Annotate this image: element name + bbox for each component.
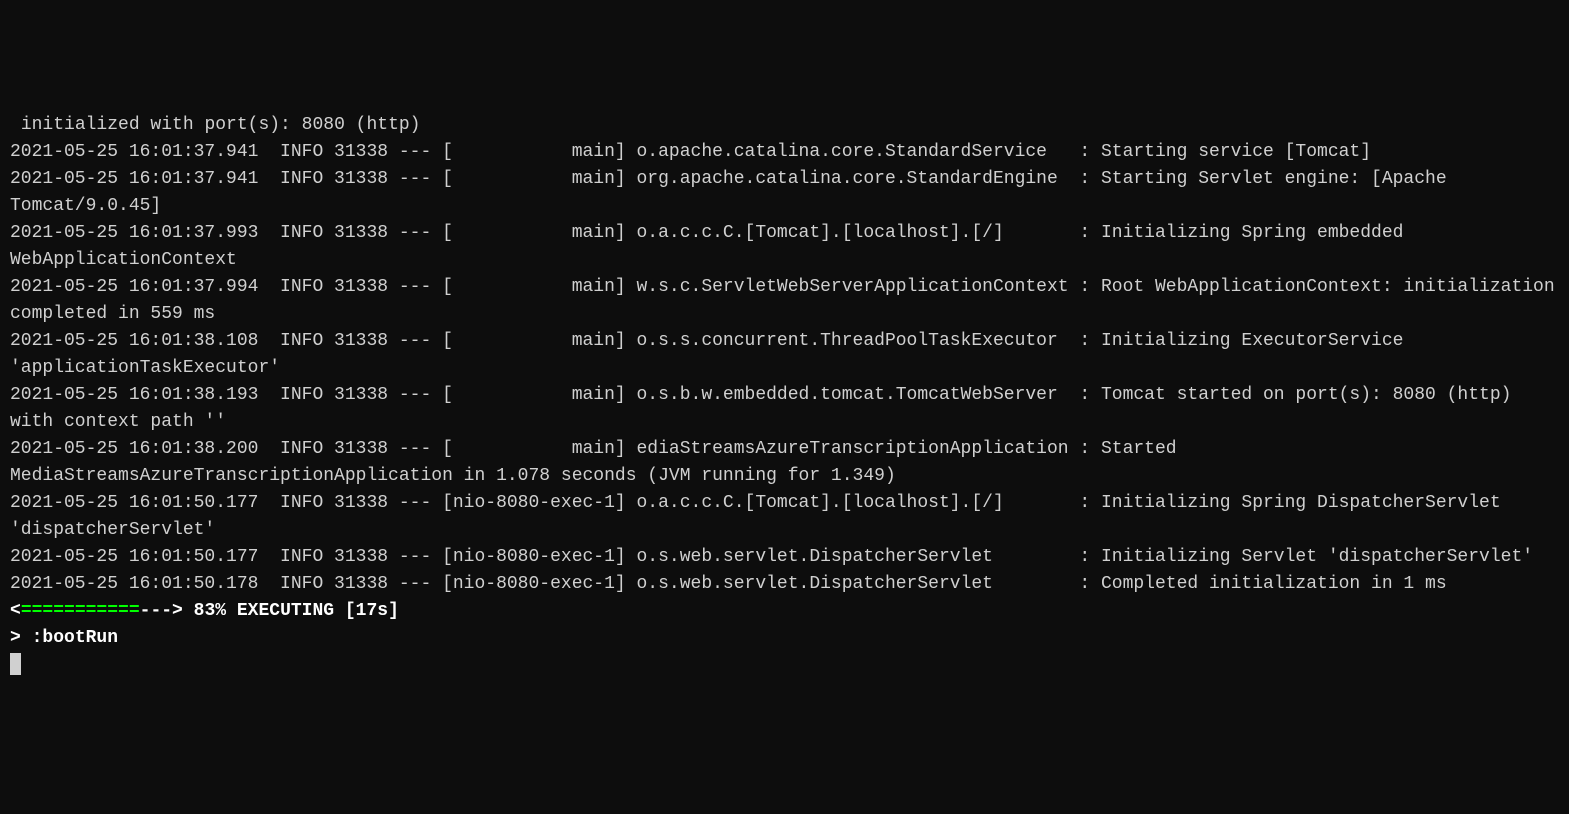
log-line: 2021-05-25 16:01:50.178 INFO 31338 --- [… xyxy=(10,574,1447,594)
task-name: :bootRun xyxy=(32,628,118,648)
bar-bracket-open: < xyxy=(10,601,21,621)
task-prompt: > xyxy=(10,628,32,648)
log-line: 2021-05-25 16:01:50.177 INFO 31338 --- [… xyxy=(10,547,1533,567)
log-line: 2021-05-25 16:01:38.200 INFO 31338 --- [… xyxy=(10,439,1187,486)
terminal-cursor xyxy=(10,653,21,675)
gradle-task-line: > :bootRun xyxy=(10,628,118,648)
log-line: 2021-05-25 16:01:37.994 INFO 31338 --- [… xyxy=(10,277,1565,324)
progress-bar: <===========---> 83% EXECUTING [17s] xyxy=(10,601,399,621)
progress-remaining: ---> xyxy=(140,601,194,621)
log-line: 2021-05-25 16:01:37.941 INFO 31338 --- [… xyxy=(10,142,1371,162)
log-line: 2021-05-25 16:01:37.941 INFO 31338 --- [… xyxy=(10,169,1457,216)
log-line: 2021-05-25 16:01:50.177 INFO 31338 --- [… xyxy=(10,493,1511,540)
log-line: 2021-05-25 16:01:37.993 INFO 31338 --- [… xyxy=(10,223,1414,270)
log-line: 2021-05-25 16:01:38.193 INFO 31338 --- [… xyxy=(10,385,1522,432)
log-line: 2021-05-25 16:01:38.108 INFO 31338 --- [… xyxy=(10,331,1414,378)
terminal-output[interactable]: initialized with port(s): 8080 (http) 20… xyxy=(10,112,1559,679)
progress-percent: 83% EXECUTING [17s] xyxy=(194,601,399,621)
progress-filled: =========== xyxy=(21,601,140,621)
log-line: initialized with port(s): 8080 (http) xyxy=(10,115,420,135)
